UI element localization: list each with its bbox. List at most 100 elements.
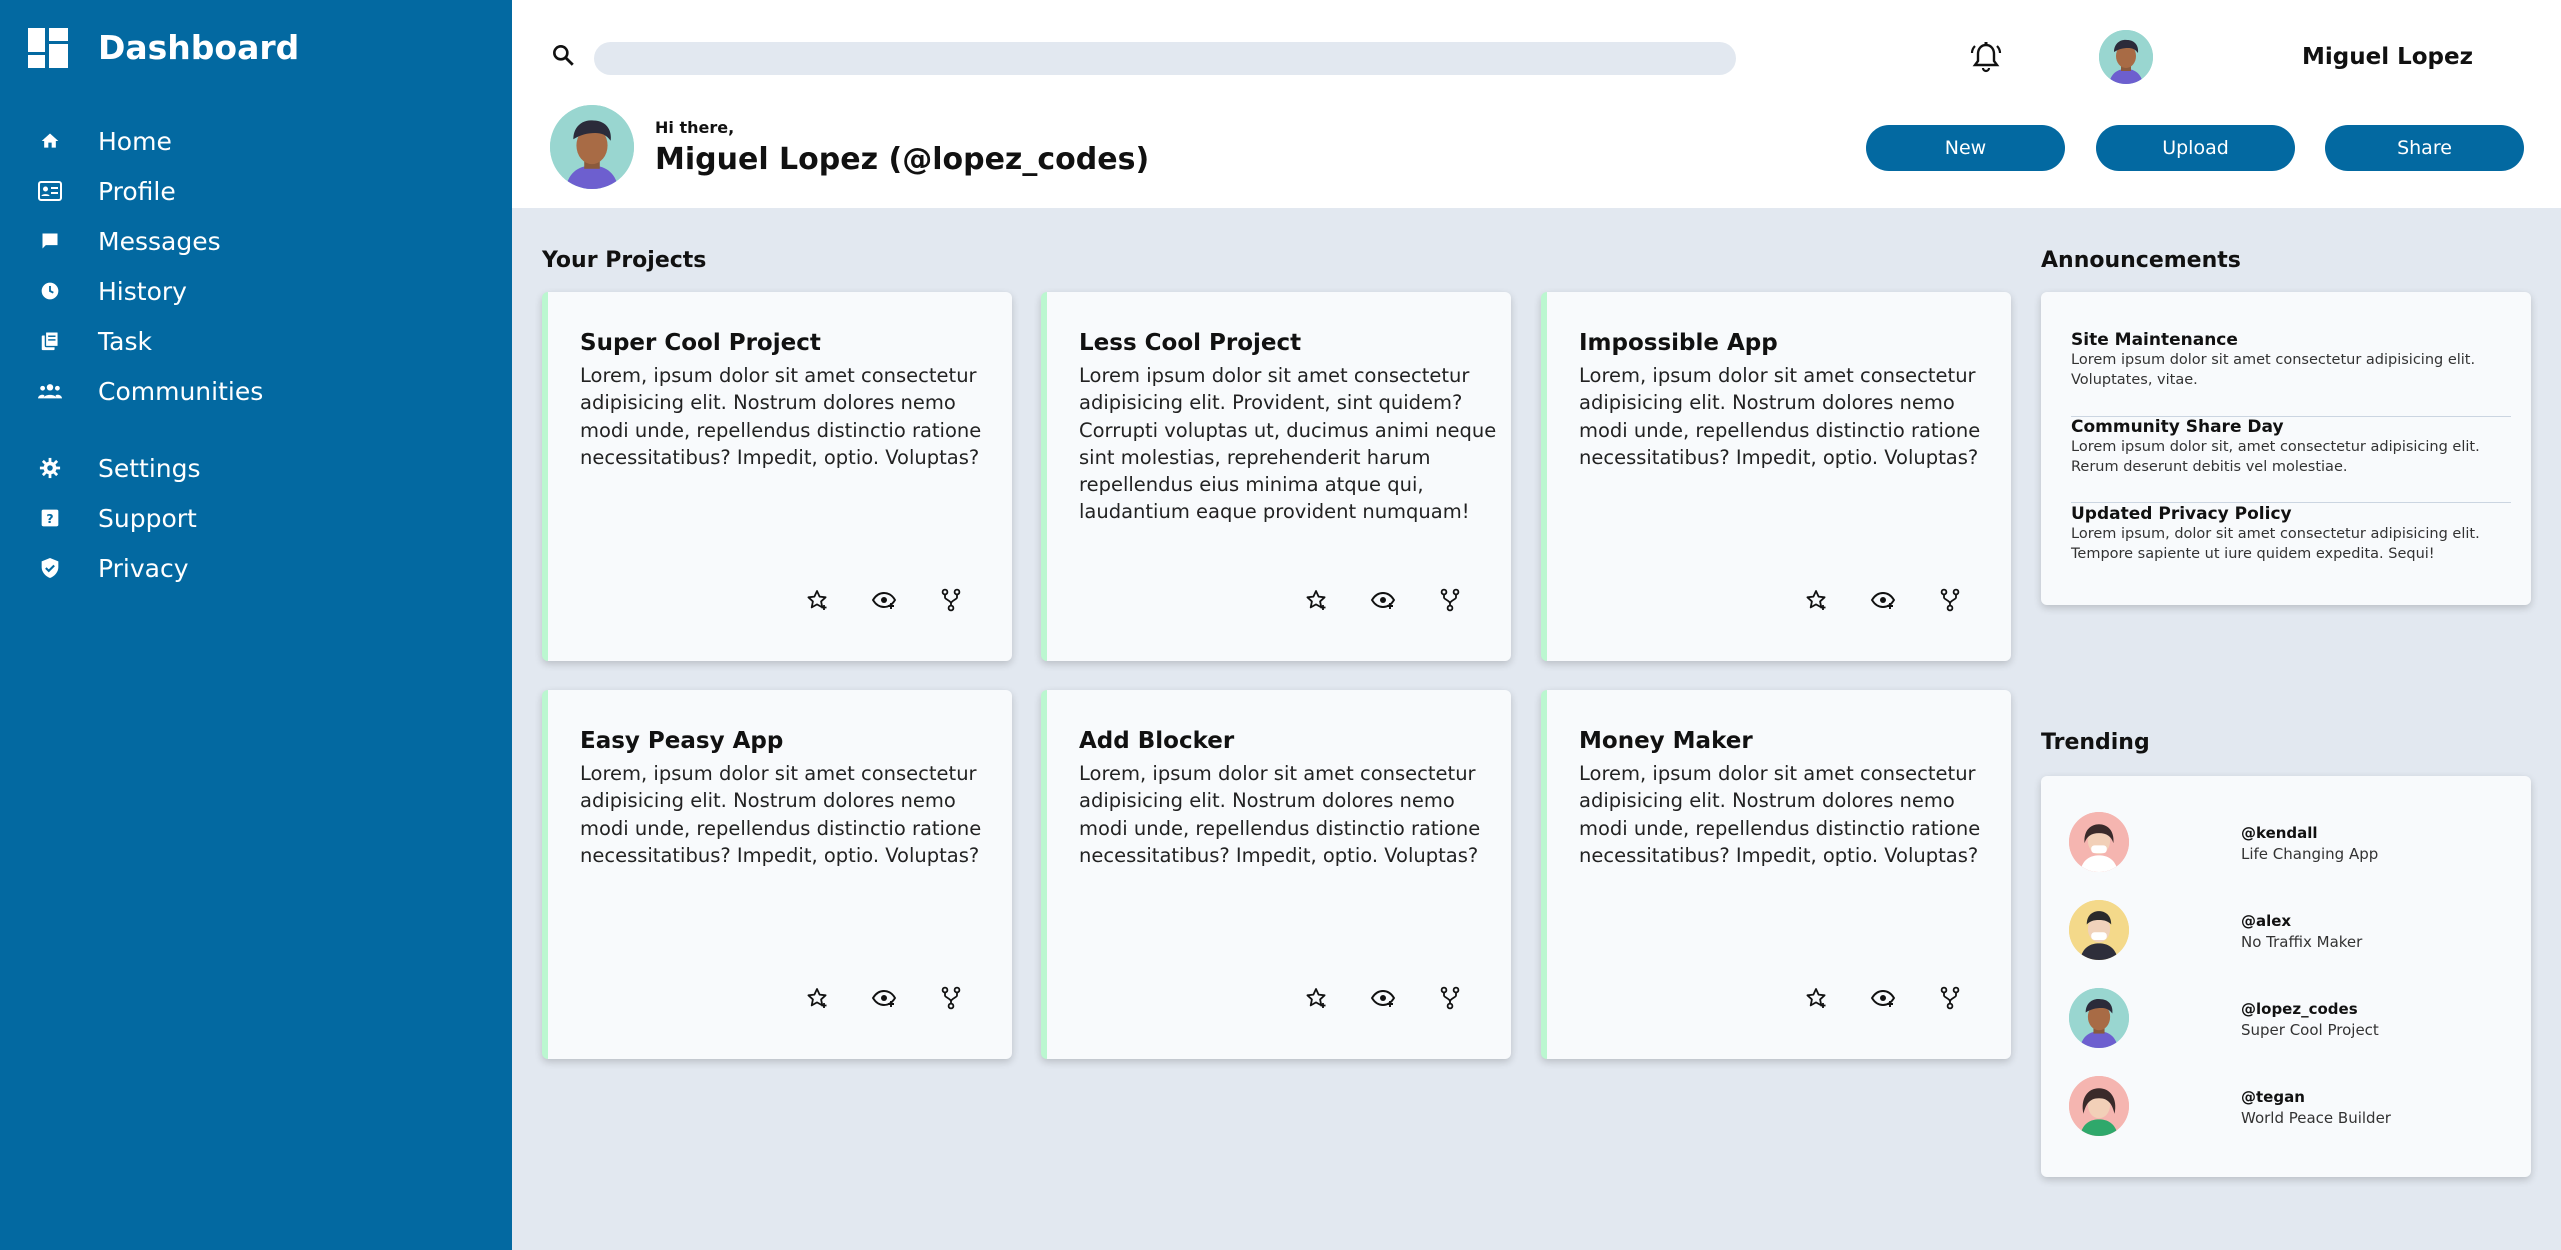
watch-eye-icon[interactable] <box>1870 587 1896 613</box>
user-avatar[interactable] <box>2099 30 2153 84</box>
sidebar: Dashboard Home Profile Messages History <box>0 0 512 1250</box>
search-input[interactable] <box>594 42 1736 75</box>
brand-title: Dashboard <box>98 28 300 67</box>
project-description: Lorem, ipsum dolor sit amet consectetur … <box>1579 762 1981 867</box>
announcement-text: Lorem ipsum dolor sit amet consectetur a… <box>2071 352 2476 388</box>
projects-heading: Your Projects <box>542 248 707 273</box>
fork-icon[interactable] <box>938 985 964 1011</box>
greeting-avatar <box>550 105 634 189</box>
avatar <box>2069 900 2129 960</box>
sidebar-item-history[interactable]: History <box>0 266 512 316</box>
announcement-title: Updated Privacy Policy <box>2071 504 2292 524</box>
nav-divider <box>0 416 512 443</box>
gear-icon <box>38 456 62 480</box>
project-title: Money Maker <box>1579 728 1753 754</box>
trending-item[interactable]: @alex No Traffix Maker <box>2069 900 2509 962</box>
header-user-name[interactable]: Miguel Lopez <box>2302 44 2473 70</box>
dashboard-logo-icon <box>28 28 68 68</box>
brand[interactable]: Dashboard <box>28 28 299 68</box>
sidebar-item-task[interactable]: Task <box>0 316 512 366</box>
project-title: Impossible App <box>1579 330 1778 356</box>
sidebar-item-communities[interactable]: Communities <box>0 366 512 416</box>
sidebar-item-label: Communities <box>98 376 264 406</box>
favorite-star-icon[interactable] <box>1803 587 1829 613</box>
project-actions <box>1303 587 1504 613</box>
header: Miguel Lopez Hi there, Miguel Lopez (@lo… <box>512 0 2561 208</box>
sidebar-item-label: Profile <box>98 176 176 206</box>
sidebar-item-label: Messages <box>98 226 221 256</box>
favorite-star-icon[interactable] <box>804 587 830 613</box>
project-card[interactable]: Money Maker Lorem, ipsum dolor sit amet c… <box>1541 690 2011 1059</box>
fork-icon[interactable] <box>1437 985 1463 1011</box>
trending-project: Super Cool Project <box>2241 1021 2379 1039</box>
announcement-item[interactable]: Updated Privacy Policy Lorem ipsum, dolo… <box>2071 504 2501 564</box>
svg-text:?: ? <box>46 511 53 526</box>
watch-eye-icon[interactable] <box>1370 587 1396 613</box>
search-icon[interactable] <box>550 42 576 68</box>
trending-item[interactable]: @tegan World Peace Builder <box>2069 1076 2509 1138</box>
fork-icon[interactable] <box>1937 587 1963 613</box>
project-actions <box>804 587 1005 613</box>
fork-icon[interactable] <box>1937 985 1963 1011</box>
watch-eye-icon[interactable] <box>1370 985 1396 1011</box>
project-actions <box>804 985 1005 1011</box>
watch-eye-icon[interactable] <box>871 587 897 613</box>
trending-heading: Trending <box>2041 730 2150 755</box>
watch-eye-icon[interactable] <box>871 985 897 1011</box>
upload-button[interactable]: Upload <box>2096 125 2295 171</box>
announcement-title: Site Maintenance <box>2071 330 2238 350</box>
fork-icon[interactable] <box>1437 587 1463 613</box>
project-card[interactable]: Easy Peasy App Lorem, ipsum dolor sit ame… <box>542 690 1012 1059</box>
project-title: Super Cool Project <box>580 330 821 356</box>
sidebar-item-label: Support <box>98 503 197 533</box>
trending-panel: @kendall Life Changing App @alex No Traf… <box>2041 776 2531 1177</box>
new-button[interactable]: New <box>1866 125 2065 171</box>
bell-icon[interactable] <box>1970 40 2002 74</box>
trending-project: Life Changing App <box>2241 845 2379 863</box>
greeting-label: Hi there, <box>655 118 735 137</box>
announcement-text: Lorem ipsum, dolor sit amet consectetur … <box>2071 526 2480 562</box>
favorite-star-icon[interactable] <box>804 985 830 1011</box>
sidebar-item-label: History <box>98 276 187 306</box>
project-card[interactable]: Less Cool Project Lorem ipsum dolor sit a… <box>1041 292 1511 661</box>
sidebar-item-messages[interactable]: Messages <box>0 216 512 266</box>
home-icon <box>38 129 62 153</box>
favorite-star-icon[interactable] <box>1803 985 1829 1011</box>
favorite-star-icon[interactable] <box>1303 985 1329 1011</box>
announcement-item[interactable]: Community Share Day Lorem ipsum dolor si… <box>2071 417 2501 477</box>
sidebar-item-privacy[interactable]: Privacy <box>0 543 512 593</box>
announcement-title: Community Share Day <box>2071 417 2284 437</box>
trending-handle: @lopez_codes <box>2241 1000 2358 1018</box>
sidebar-item-settings[interactable]: Settings <box>0 443 512 493</box>
project-card[interactable]: Add Blocker Lorem, ipsum dolor sit amet c… <box>1041 690 1511 1059</box>
project-description: Lorem, ipsum dolor sit amet consectetur … <box>580 762 982 867</box>
trending-item[interactable]: @kendall Life Changing App <box>2069 812 2509 874</box>
divider <box>2071 502 2511 503</box>
message-icon <box>38 229 62 253</box>
greeting-user: Miguel Lopez (@lopez_codes) <box>655 142 1150 177</box>
shield-icon <box>38 556 62 580</box>
avatar <box>2069 1076 2129 1136</box>
id-card-icon <box>38 179 62 203</box>
group-icon <box>38 379 62 403</box>
project-description: Lorem, ipsum dolor sit amet consectetur … <box>1079 762 1481 867</box>
trending-item[interactable]: @lopez_codes Super Cool Project <box>2069 988 2509 1050</box>
project-card[interactable]: Super Cool Project Lorem, ipsum dolor sit… <box>542 292 1012 661</box>
project-actions <box>1303 985 1504 1011</box>
clock-icon <box>38 279 62 303</box>
sidebar-item-profile[interactable]: Profile <box>0 166 512 216</box>
project-description: Lorem, ipsum dolor sit amet consectetur … <box>1579 364 1981 469</box>
project-card[interactable]: Impossible App Lorem, ipsum dolor sit ame… <box>1541 292 2011 661</box>
trending-handle: @tegan <box>2241 1088 2305 1106</box>
sidebar-item-home[interactable]: Home <box>0 116 512 166</box>
help-icon: ? <box>38 506 62 530</box>
fork-icon[interactable] <box>938 587 964 613</box>
announcements-panel: Site Maintenance Lorem ipsum dolor sit a… <box>2041 292 2531 605</box>
share-button[interactable]: Share <box>2325 125 2524 171</box>
announcement-item[interactable]: Site Maintenance Lorem ipsum dolor sit a… <box>2071 330 2501 390</box>
project-actions <box>1803 985 2004 1011</box>
watch-eye-icon[interactable] <box>1870 985 1896 1011</box>
sidebar-item-support[interactable]: ? Support <box>0 493 512 543</box>
favorite-star-icon[interactable] <box>1303 587 1329 613</box>
project-description: Lorem ipsum dolor sit amet consectetur a… <box>1079 364 1497 524</box>
